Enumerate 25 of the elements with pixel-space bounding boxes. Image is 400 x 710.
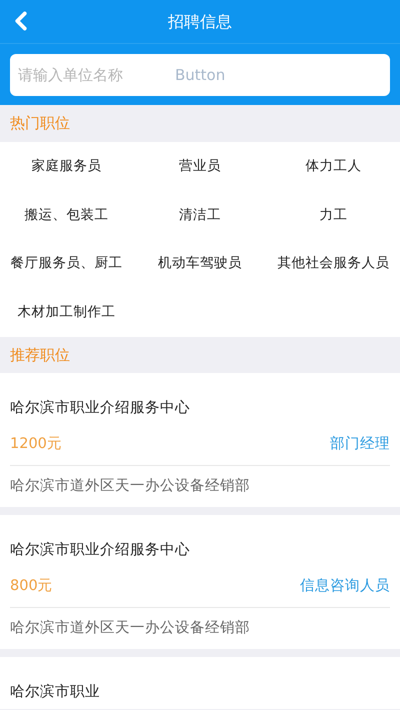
job-tag[interactable]: 其他社会服务人员 xyxy=(266,240,400,288)
job-position: 信息咨询人员 xyxy=(300,577,390,596)
job-tag[interactable]: 家庭服务员 xyxy=(0,142,134,190)
salary: 1200元 xyxy=(10,435,62,454)
company-name: 哈尔滨市职业介绍服务中心 xyxy=(10,542,190,558)
job-position: 部门经理 xyxy=(330,434,390,454)
job-tag[interactable]: 清洁工 xyxy=(133,190,267,239)
job-card[interactable]: 哈尔滨市职业介绍服务中心 800元 信息咨询人员 哈尔滨市道外区天一办公设备经销部 xyxy=(0,515,400,649)
job-tag[interactable]: 餐厅服务员、厨工 xyxy=(0,240,134,288)
company-name: 哈尔滨市职业介绍服务中心 xyxy=(10,400,190,416)
company-name: 哈尔滨市职业 xyxy=(10,684,100,700)
job-tag[interactable]: 体力工人 xyxy=(266,142,400,190)
company-address: 哈尔滨市道外区天一办公设备经销部 xyxy=(10,476,250,496)
salary: 800元 xyxy=(10,577,53,596)
section-title: 推荐职位 xyxy=(10,344,70,366)
job-tag[interactable]: 力工 xyxy=(266,190,400,239)
job-tag[interactable]: 营业员 xyxy=(133,142,267,190)
company-address: 哈尔滨市道外区天一办公设备经销部 xyxy=(10,618,250,638)
job-tag[interactable]: 搬运、包装工 xyxy=(0,190,134,239)
page-title: 招聘信息 xyxy=(168,10,232,32)
job-card[interactable]: 哈尔滨市职业 xyxy=(0,657,400,709)
job-card[interactable]: 哈尔滨市职业介绍服务中心 1200元 部门经理 哈尔滨市道外区天一办公设备经销部 xyxy=(0,373,400,507)
job-tag[interactable]: 木材加工制作工 xyxy=(0,288,134,336)
section-title: 热门职位 xyxy=(10,113,70,134)
job-tag[interactable]: 机动车驾驶员 xyxy=(133,240,267,288)
